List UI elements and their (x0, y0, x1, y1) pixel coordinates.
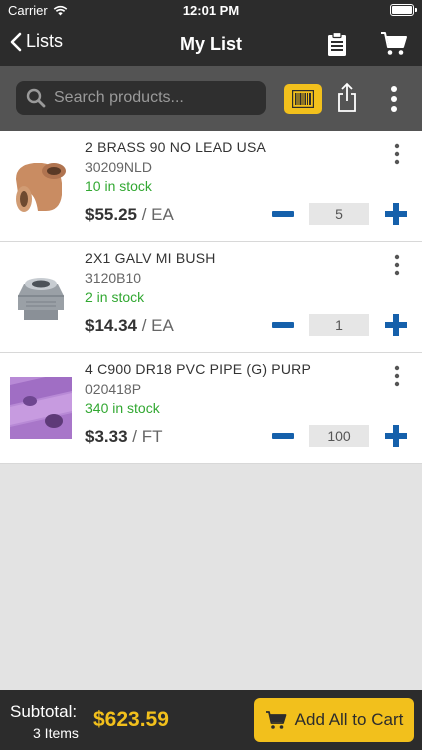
price-unit: / FT (132, 427, 163, 446)
status-bar: Carrier 12:01 PM (0, 0, 422, 22)
product-row[interactable]: 4 C900 DR18 PVC PIPE (G) PURP 020418P 34… (0, 353, 422, 464)
back-button[interactable]: Lists (10, 31, 63, 52)
quantity-input[interactable] (309, 203, 369, 225)
subtotal-label: Subtotal: (10, 702, 78, 721)
price-line: $3.33 / FT (85, 427, 163, 447)
add-all-label: Add All to Cart (294, 710, 404, 729)
stock-status: 2 in stock (85, 289, 145, 305)
row-more-icon[interactable] (392, 254, 402, 276)
more-options-icon[interactable] (386, 84, 402, 114)
product-thumbnail (10, 266, 72, 328)
quantity-input[interactable] (309, 314, 369, 336)
subtotal-value: $623.59 (93, 708, 169, 731)
search-input[interactable] (54, 89, 266, 107)
search-icon (26, 88, 46, 108)
stock-status: 340 in stock (85, 400, 160, 416)
product-row[interactable]: 2 BRASS 90 NO LEAD USA 30209NLD 10 in st… (0, 131, 422, 242)
product-list: 2 BRASS 90 NO LEAD USA 30209NLD 10 in st… (0, 131, 422, 464)
product-row[interactable]: 2X1 GALV MI BUSH 3120B10 2 in stock $14.… (0, 242, 422, 353)
product-name: 4 C900 DR18 PVC PIPE (G) PURP (85, 361, 311, 377)
product-sku: 3120B10 (85, 270, 142, 286)
product-price: $55.25 (85, 205, 137, 224)
product-price: $3.33 (85, 427, 128, 446)
price-line: $55.25 / EA (85, 205, 174, 225)
decrease-quantity-button[interactable] (272, 322, 294, 328)
price-line: $14.34 / EA (85, 316, 174, 336)
search-toolbar (0, 66, 422, 131)
price-unit: / EA (141, 316, 174, 335)
clipboard-icon[interactable] (324, 31, 350, 57)
product-sku: 30209NLD (85, 159, 152, 175)
add-all-to-cart-button[interactable]: Add All to Cart (254, 698, 414, 742)
back-label: Lists (26, 31, 64, 51)
share-icon[interactable] (334, 82, 360, 114)
decrease-quantity-button[interactable] (272, 211, 294, 217)
search-field (16, 81, 266, 115)
product-name: 2X1 GALV MI BUSH (85, 250, 216, 266)
increase-quantity-button[interactable] (385, 314, 407, 336)
decrease-quantity-button[interactable] (272, 433, 294, 439)
cart-icon[interactable] (380, 31, 408, 57)
chevron-left-icon (10, 32, 22, 51)
cart-footer: Subtotal: 3 Items $623.59 Add All to Car… (0, 690, 422, 750)
barcode-scan-button[interactable] (284, 84, 322, 114)
quantity-input[interactable] (309, 425, 369, 447)
navigation-bar: Lists My List (0, 22, 422, 66)
cart-icon (265, 711, 287, 729)
barcode-icon (292, 90, 314, 108)
row-more-icon[interactable] (392, 143, 402, 165)
product-name: 2 BRASS 90 NO LEAD USA (85, 139, 267, 155)
battery-icon (390, 4, 417, 16)
status-time: 12:01 PM (182, 3, 240, 18)
page-title: My List (179, 34, 242, 54)
product-thumbnail (10, 155, 72, 217)
items-count: 3 Items (33, 725, 79, 741)
increase-quantity-button[interactable] (385, 425, 407, 447)
product-thumbnail (10, 377, 72, 439)
product-sku: 020418P (85, 381, 142, 397)
price-unit: / EA (141, 205, 174, 224)
stock-status: 10 in stock (85, 178, 152, 194)
row-more-icon[interactable] (392, 365, 402, 387)
increase-quantity-button[interactable] (385, 203, 407, 225)
product-price: $14.34 (85, 316, 137, 335)
